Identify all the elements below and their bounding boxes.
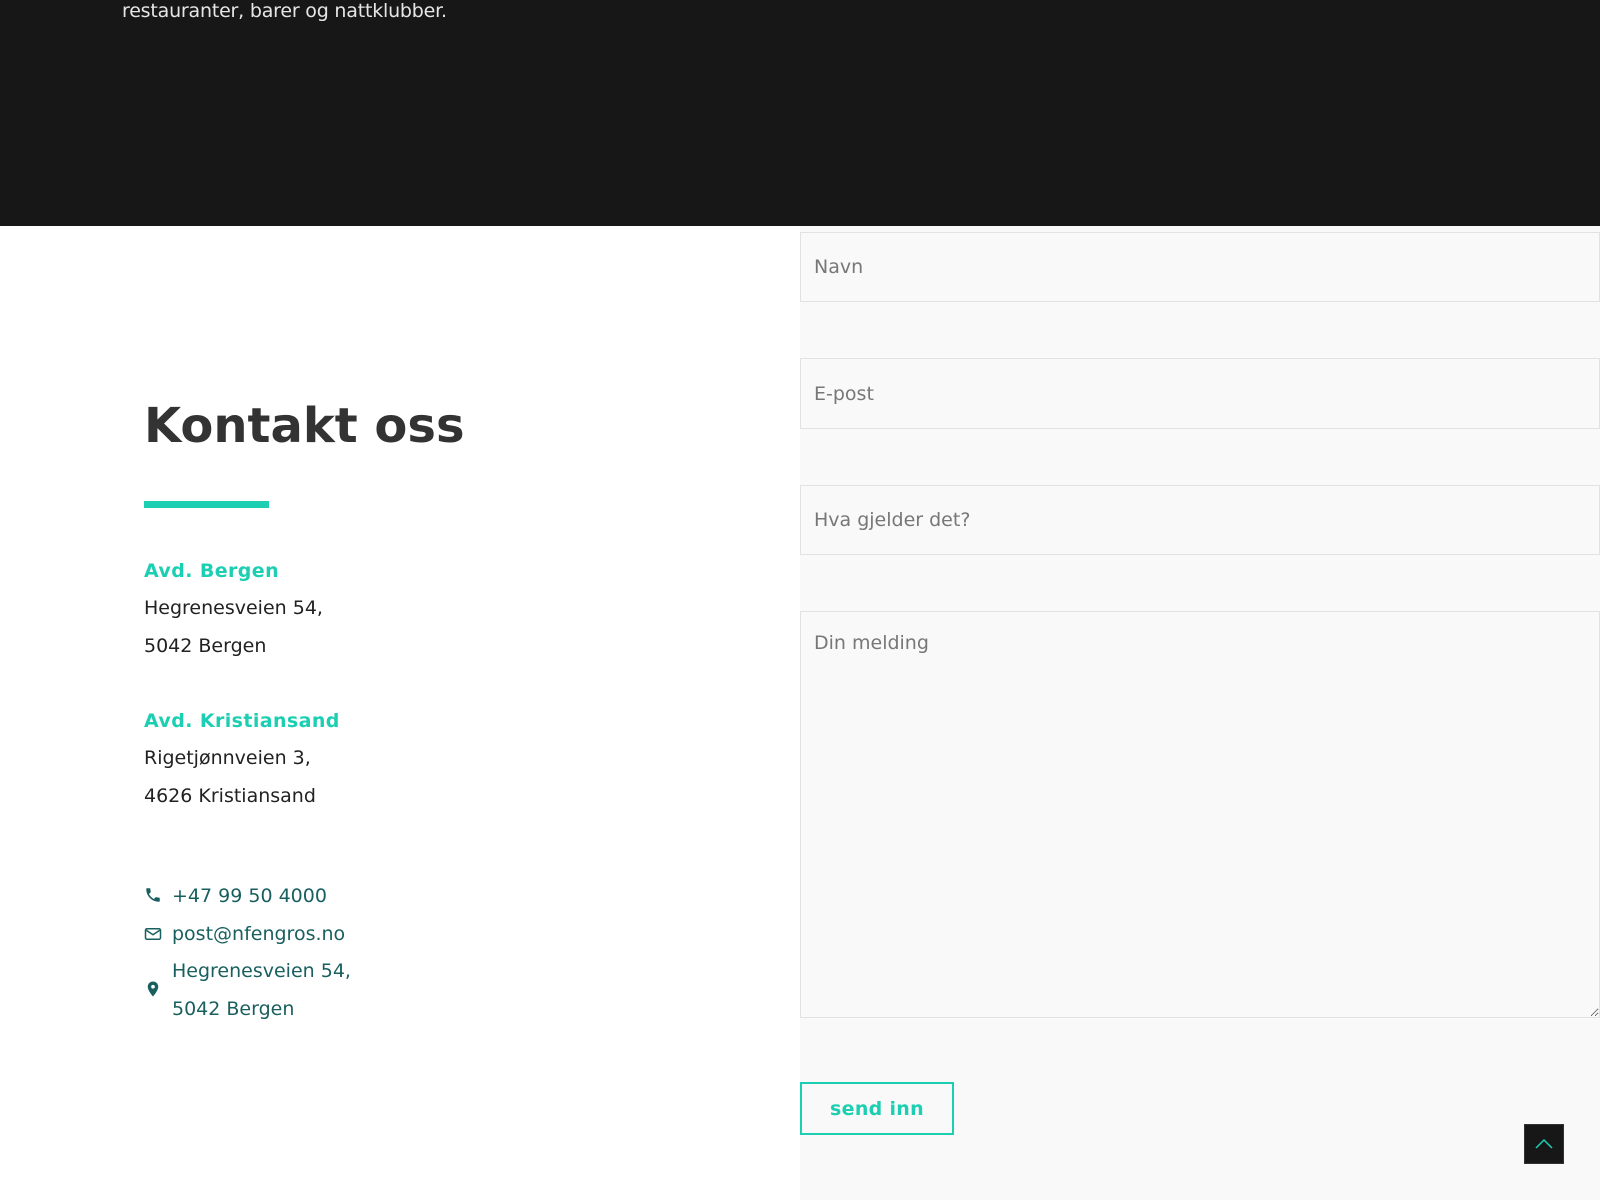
address-line-2[interactable]: 5042 Bergen	[172, 996, 294, 1022]
office-street-kristiansand: Rigetjønnveien 3,	[144, 747, 311, 769]
title-accent-bar	[144, 501, 269, 508]
email-input[interactable]	[800, 358, 1600, 429]
message-textarea[interactable]	[800, 611, 1600, 1018]
office-street-bergen: Hegrenesveien 54,	[144, 597, 323, 619]
envelope-icon	[144, 928, 162, 940]
subject-input[interactable]	[800, 485, 1600, 555]
office-city-bergen: 5042 Bergen	[144, 635, 267, 657]
email-link[interactable]: post@nfengros.no	[172, 921, 345, 947]
phone-icon	[146, 888, 160, 902]
address-line-1[interactable]: Hegrenesveien 54,	[172, 958, 351, 984]
office-city-kristiansand: 4626 Kristiansand	[144, 785, 316, 807]
office-name-kristiansand: Avd. Kristiansand	[144, 710, 340, 732]
phone-link[interactable]: +47 99 50 4000	[172, 883, 327, 909]
map-pin-icon	[147, 981, 159, 997]
hero-section: restauranter, barer og nattklubber.	[0, 0, 1600, 226]
hero-tagline: restauranter, barer og nattklubber.	[122, 0, 447, 22]
submit-button[interactable]: send inn	[800, 1082, 954, 1135]
scroll-to-top-button[interactable]	[1524, 1124, 1564, 1164]
office-name-bergen: Avd. Bergen	[144, 560, 279, 582]
chevron-up-icon	[1535, 1138, 1553, 1149]
page-title: Kontakt oss	[144, 398, 465, 454]
name-input[interactable]	[800, 232, 1600, 302]
